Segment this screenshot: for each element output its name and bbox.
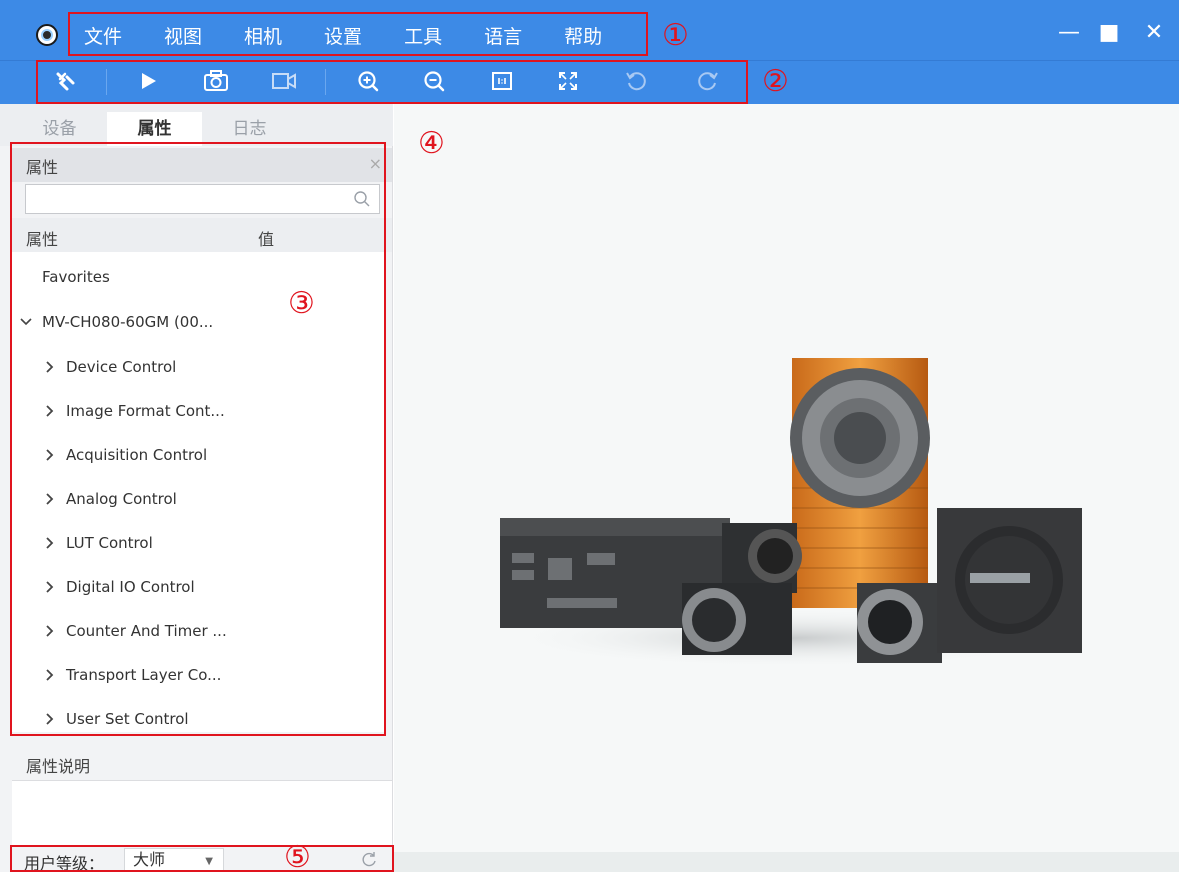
annotation-label-3: ③ <box>288 286 315 321</box>
annotation-label-5: ⑤ <box>284 840 311 872</box>
panel-tabs: 设备 属性 日志 <box>0 104 393 146</box>
property-description-box <box>12 780 392 846</box>
status-strip <box>394 852 1179 872</box>
app-logo-icon <box>36 24 58 46</box>
annotation-label-2: ② <box>762 64 789 99</box>
annotation-box-toolbar <box>36 60 748 104</box>
annotation-box-menu <box>68 12 648 56</box>
close-button[interactable]: ✕ <box>1140 20 1168 46</box>
camera-product-image <box>500 358 1082 668</box>
property-description-title: 属性说明 <box>26 757 91 776</box>
annotation-label-1: ① <box>662 18 689 53</box>
minimize-button[interactable]: — <box>1055 20 1083 46</box>
tab-devices[interactable]: 设备 <box>12 112 107 146</box>
tab-properties[interactable]: 属性 <box>107 112 202 146</box>
annotation-label-4: ④ <box>418 126 445 161</box>
annotation-box-user-level <box>10 845 394 872</box>
tab-log[interactable]: 日志 <box>202 112 297 146</box>
annotation-box-properties <box>10 142 386 736</box>
maximize-button[interactable]: ■ <box>1095 20 1123 46</box>
